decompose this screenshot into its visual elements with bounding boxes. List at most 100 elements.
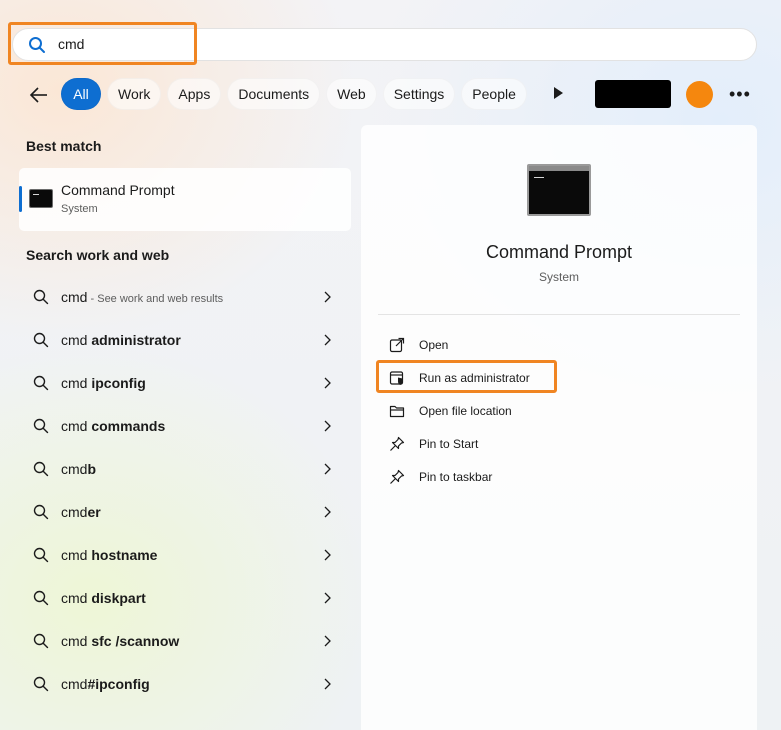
search-icon <box>33 332 49 348</box>
best-match-subtitle: System <box>61 203 98 215</box>
action-label: Pin to Start <box>419 437 479 451</box>
suggestion-completion: commands <box>91 418 166 434</box>
command-prompt-icon <box>29 189 53 208</box>
search-icon <box>33 676 49 692</box>
suggestion-text: cmd - See work and web results <box>61 289 223 305</box>
open-external-icon <box>389 337 405 353</box>
folder-icon <box>389 405 405 418</box>
suggestion-completion: diskpart <box>91 590 146 606</box>
suggestion-completion: er <box>87 504 101 520</box>
suggestion-completion: administrator <box>91 332 181 348</box>
chevron-right-icon[interactable] <box>322 291 332 303</box>
action-pin-to-start[interactable]: Pin to Start <box>378 429 678 459</box>
suggestion-item[interactable]: cmdb <box>19 447 351 490</box>
suggestion-prefix: cmd <box>61 418 92 434</box>
suggestion-prefix: cmd <box>61 461 88 477</box>
search-icon <box>33 375 49 391</box>
best-match-result[interactable] <box>19 168 351 231</box>
suggestion-completion: sfc /scannow <box>91 633 180 649</box>
action-label: Open file location <box>419 404 512 418</box>
chevron-right-icon[interactable] <box>322 678 332 690</box>
chip-web[interactable]: Web <box>326 78 377 110</box>
chip-people[interactable]: People <box>461 78 527 110</box>
search-icon <box>33 633 49 649</box>
suggestion-completion: hostname <box>91 547 158 563</box>
detail-subtitle: System <box>538 270 579 284</box>
action-label: Open <box>419 338 449 352</box>
command-prompt-large-icon <box>527 164 591 216</box>
search-icon <box>33 590 49 606</box>
chip-all[interactable]: All <box>61 78 101 110</box>
suggestion-item[interactable]: cmd sfc /scannow <box>19 619 351 662</box>
avatar[interactable] <box>686 81 713 108</box>
suggestion-prefix: cmd <box>61 332 92 348</box>
suggestion-completion: ipconfig <box>91 375 146 391</box>
suggestion-text: cmd commands <box>61 418 165 434</box>
action-pin-to-taskbar[interactable]: Pin to taskbar <box>378 462 678 492</box>
chip-work[interactable]: Work <box>107 78 162 110</box>
chevron-right-icon[interactable] <box>322 549 332 561</box>
play-more-icon[interactable] <box>551 86 565 100</box>
suggestion-text: cmd hostname <box>61 547 157 563</box>
suggestion-prefix: cmd <box>61 633 92 649</box>
suggestion-note: - See work and web results <box>87 293 224 305</box>
suggestion-item[interactable]: cmd diskpart <box>19 576 351 619</box>
search-icon <box>33 504 49 520</box>
chevron-right-icon[interactable] <box>322 377 332 389</box>
more-options-icon[interactable]: ••• <box>729 84 751 105</box>
suggestion-item[interactable]: cmd commands <box>19 404 351 447</box>
search-icon <box>29 37 45 53</box>
search-web-heading: Search work and web <box>26 247 170 263</box>
search-icon <box>33 547 49 563</box>
selection-indicator <box>19 186 22 212</box>
suggestion-text: cmd sfc /scannow <box>61 633 179 649</box>
suggestion-item[interactable]: cmd administrator <box>19 318 351 361</box>
suggestion-prefix: cmd <box>61 289 88 305</box>
suggestion-item[interactable]: cmder <box>19 490 351 533</box>
action-open-file-location[interactable]: Open file location <box>378 396 678 426</box>
suggestion-text: cmd ipconfig <box>61 375 146 391</box>
suggestion-item[interactable]: cmd ipconfig <box>19 361 351 404</box>
action-open[interactable]: Open <box>378 330 678 360</box>
suggestion-prefix: cmd <box>61 547 92 563</box>
suggestion-text: cmder <box>61 504 101 520</box>
pin-icon <box>390 469 405 484</box>
chip-settings[interactable]: Settings <box>382 78 456 110</box>
chevron-right-icon[interactable] <box>322 420 332 432</box>
chevron-right-icon[interactable] <box>322 463 332 475</box>
chip-documents[interactable]: Documents <box>227 78 321 110</box>
chevron-right-icon[interactable] <box>322 635 332 647</box>
best-match-heading: Best match <box>26 138 102 154</box>
run-as-admin-highlight-annotation <box>376 360 557 393</box>
search-icon <box>33 461 49 477</box>
chevron-right-icon[interactable] <box>322 592 332 604</box>
search-icon <box>33 289 49 305</box>
suggestion-item[interactable]: cmd#ipconfig <box>19 662 351 705</box>
filter-chips: All Work Apps Documents Web Settings Peo… <box>61 78 533 110</box>
suggestion-text: cmd diskpart <box>61 590 146 606</box>
back-arrow-icon[interactable] <box>28 84 50 106</box>
detail-title: Command Prompt <box>485 242 633 262</box>
suggestion-prefix: cmd <box>61 676 88 692</box>
suggestion-item[interactable]: cmd - See work and web results <box>19 275 351 318</box>
pin-icon <box>390 436 405 451</box>
redacted-account-area <box>595 80 671 108</box>
chevron-right-icon[interactable] <box>322 506 332 518</box>
action-label: Pin to taskbar <box>419 470 493 484</box>
suggestion-prefix: cmd <box>61 375 92 391</box>
best-match-title: Command Prompt <box>61 182 175 198</box>
chip-apps[interactable]: Apps <box>167 78 222 110</box>
divider <box>378 314 740 315</box>
suggestion-prefix: cmd <box>61 504 88 520</box>
suggestion-completion: #ipconfig <box>87 676 150 692</box>
suggestion-item[interactable]: cmd hostname <box>19 533 351 576</box>
suggestion-list: cmd - See work and web results cmd admini… <box>19 275 351 705</box>
suggestion-text: cmdb <box>61 461 96 477</box>
search-input[interactable]: cmd <box>58 36 84 52</box>
suggestion-completion: b <box>87 461 97 477</box>
suggestion-text: cmd administrator <box>61 332 181 348</box>
chevron-right-icon[interactable] <box>322 334 332 346</box>
search-icon <box>33 418 49 434</box>
suggestion-text: cmd#ipconfig <box>61 676 150 692</box>
suggestion-prefix: cmd <box>61 590 92 606</box>
